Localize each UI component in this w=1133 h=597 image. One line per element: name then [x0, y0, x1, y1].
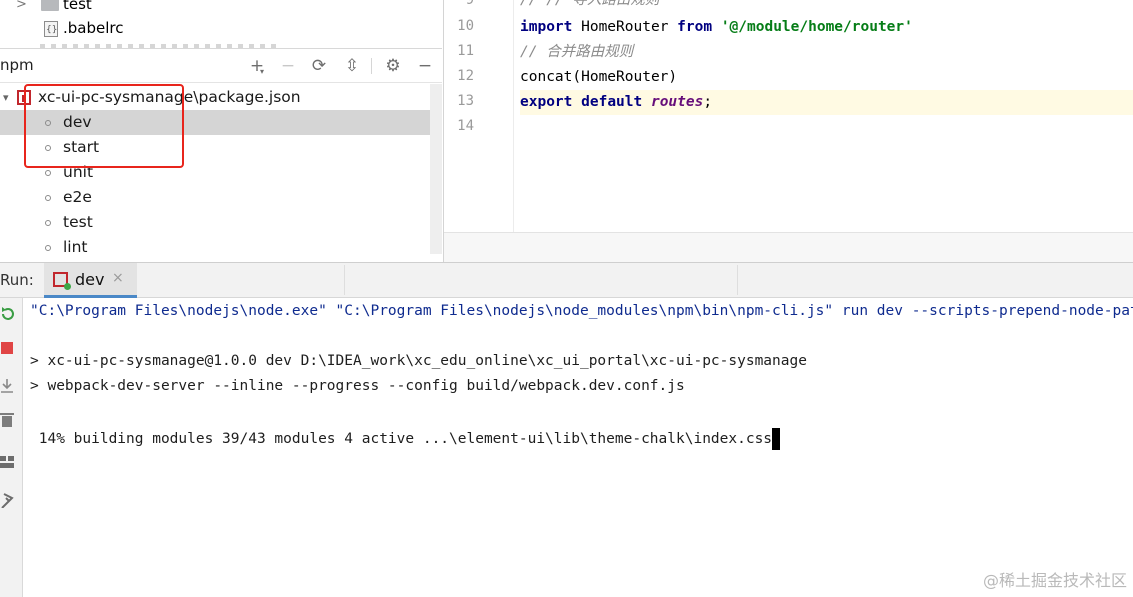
run-label: Run:	[0, 271, 34, 289]
run-tab-bar: Run: dev ×	[0, 262, 1133, 298]
npm-script-test[interactable]: test	[0, 210, 442, 235]
plus-icon[interactable]: + ▾	[246, 55, 268, 77]
code-line-11: // 合并路由规则	[520, 40, 633, 65]
npm-script-e2e[interactable]: e2e	[0, 185, 442, 210]
line-number: 11	[457, 43, 474, 59]
run-console[interactable]: "C:\Program Files\nodejs\node.exe" "C:\P…	[24, 298, 1133, 597]
chevron-down-icon[interactable]: ▾	[3, 85, 9, 110]
code-line-9: // // 导入路由规则	[520, 0, 659, 13]
reload-icon[interactable]: ⟳	[308, 55, 330, 77]
script-bullet-icon	[45, 170, 51, 176]
semicolon: ;	[703, 94, 713, 110]
npm-script-lint[interactable]: lint	[0, 235, 442, 260]
tree-item-test[interactable]: > test	[0, 0, 442, 17]
stop-icon[interactable]	[0, 340, 16, 356]
code-line-13: export default routes;	[520, 90, 712, 115]
line-number: 13	[457, 93, 474, 109]
code-editor[interactable]: 9 10 11 12 13 14 // // 导入路由规则 import Hom…	[443, 0, 1133, 262]
watermark: @稀土掘金技术社区	[982, 571, 1127, 590]
statement: concat(HomeRouter)	[520, 69, 678, 85]
comment: // 合并路由规则	[520, 44, 634, 60]
line-number: 10	[457, 18, 474, 34]
script-bullet-icon	[45, 195, 51, 201]
npm-title: npm	[0, 56, 34, 74]
npm-run-icon	[53, 272, 71, 290]
code-line-12: concat(HomeRouter)	[520, 65, 677, 90]
minimize-icon[interactable]: −	[414, 55, 436, 77]
pin-icon[interactable]	[0, 492, 16, 508]
npm-script-label: e2e	[63, 188, 92, 206]
run-side-toolbar	[0, 298, 23, 597]
code-line-10: import HomeRouter from '@/module/home/ro…	[520, 15, 913, 40]
keyword: export	[520, 94, 573, 110]
line-number: 14	[457, 118, 474, 134]
keyword: import	[520, 19, 573, 35]
rerun-icon[interactable]	[0, 306, 16, 322]
script-bullet-icon	[45, 220, 51, 226]
tab-bar-divider	[344, 265, 345, 295]
collapse-all-icon[interactable]: ⇳	[341, 55, 363, 77]
config-file-icon	[44, 18, 58, 43]
line-number: 12	[457, 68, 474, 84]
line-number-gutter: 9 10 11 12 13 14	[444, 0, 514, 232]
editor-breadcrumb-bar	[444, 232, 1133, 262]
tree-item-label: test	[63, 0, 92, 13]
npm-scrollbar[interactable]	[430, 84, 442, 254]
script-bullet-icon	[45, 245, 51, 251]
tree-item-babelrc[interactable]: .babelrc	[0, 16, 442, 43]
keyword: from	[677, 19, 713, 35]
identifier: routes	[650, 94, 704, 110]
annotation-highlight-box	[24, 84, 184, 168]
npm-script-label: test	[63, 213, 93, 231]
trash-icon[interactable]	[0, 412, 16, 428]
comment: // // 导入路由规则	[520, 0, 660, 8]
identifier: HomeRouter	[572, 19, 678, 35]
minus-icon[interactable]: −	[277, 55, 299, 77]
string-literal: '@/module/home/router'	[720, 19, 913, 35]
npm-header: npm + ▾ − ⟳ ⇳ ⚙ −	[0, 49, 442, 83]
console-progress-line: 14% building modules 39/43 modules 4 act…	[30, 428, 781, 450]
chevron-right-icon[interactable]: >	[16, 0, 27, 17]
tree-item-label: .babelrc	[63, 19, 124, 37]
line-number: 9	[465, 0, 474, 8]
text-caret	[772, 428, 781, 450]
console-line: > webpack-dev-server --inline --progress…	[30, 378, 685, 394]
tab-label: dev	[75, 270, 105, 289]
npm-script-label: lint	[63, 238, 88, 256]
toolbar-separator	[371, 58, 372, 74]
tab-dev[interactable]: dev ×	[44, 263, 137, 298]
close-icon[interactable]: ×	[112, 270, 124, 286]
console-line: "C:\Program Files\nodejs\node.exe" "C:\P…	[30, 303, 1133, 319]
console-line: 14% building modules 39/43 modules 4 act…	[30, 431, 773, 447]
scroll-to-end-icon[interactable]	[0, 378, 16, 394]
gear-icon[interactable]: ⚙	[382, 55, 404, 77]
console-line: > xc-ui-pc-sysmanage@1.0.0 dev D:\IDEA_w…	[30, 353, 807, 369]
project-tree: > test .babelrc	[0, 0, 442, 48]
folder-icon	[41, 0, 59, 11]
tab-bar-divider	[737, 265, 738, 295]
keyword: default	[581, 94, 643, 110]
layout-icon[interactable]	[0, 454, 16, 470]
